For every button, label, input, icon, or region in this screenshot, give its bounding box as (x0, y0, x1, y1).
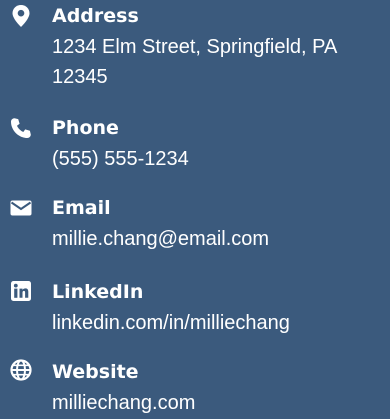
globe-icon (6, 358, 36, 382)
envelope-icon (6, 196, 36, 220)
phone-label: Phone (52, 117, 119, 139)
linkedin-link[interactable]: linkedin.com/in/milliechang (52, 308, 386, 338)
linkedin-icon (6, 279, 36, 303)
linkedin-label: LinkedIn (52, 281, 144, 303)
website-label: Website (52, 361, 139, 383)
website-link[interactable]: milliechang.com (52, 388, 386, 418)
map-pin-icon (6, 4, 36, 28)
address-label: Address (52, 5, 139, 27)
email-link[interactable]: millie.chang@email.com (52, 224, 386, 254)
address-value: 1234 Elm Street, Springfield, PA 12345 (52, 36, 337, 88)
contact-info-panel: Address 1234 Elm Street, Springfield, PA… (0, 0, 390, 419)
phone-link[interactable]: (555) 555-1234 (52, 144, 386, 174)
phone-icon (6, 116, 36, 140)
email-label: Email (52, 197, 111, 219)
